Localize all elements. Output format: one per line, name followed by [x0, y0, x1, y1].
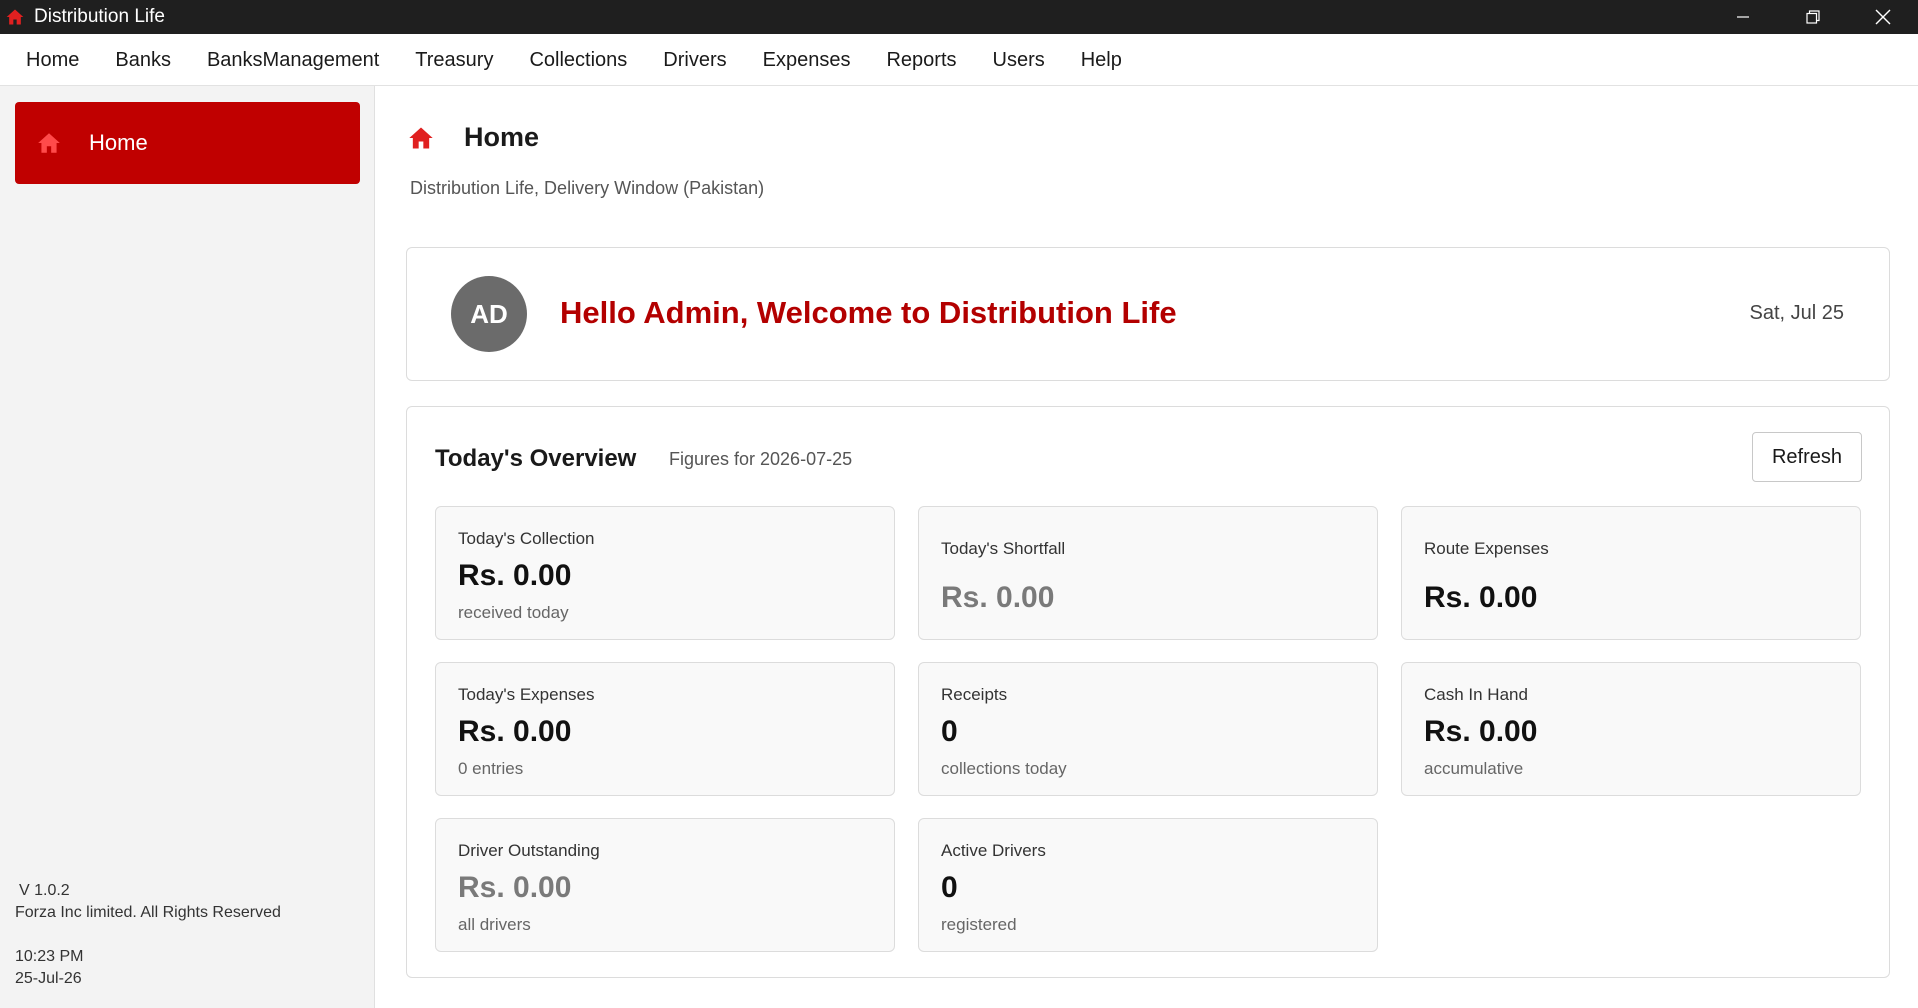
sidebar-item-home[interactable]: Home — [15, 102, 360, 184]
version-label: V 1.0.2 — [19, 882, 70, 899]
menu-item-banks-management[interactable]: BanksManagement — [189, 34, 397, 86]
menu-bar: Home Banks BanksManagement Treasury Coll… — [0, 34, 1918, 86]
tile-value: Rs. 0.00 — [458, 715, 572, 748]
clock-time: 10:23 PM — [15, 948, 84, 965]
window-controls — [1708, 0, 1918, 34]
tile-todays-expenses: Today's Expenses Rs. 0.00 0 entries — [435, 662, 895, 796]
tile-driver-outstanding: Driver Outstanding Rs. 0.00 all drivers — [435, 818, 895, 952]
menu-item-home[interactable]: Home — [8, 34, 97, 86]
avatar: AD — [451, 276, 527, 352]
overview-subtitle: Figures for 2026-07-25 — [669, 449, 853, 469]
tile-label: Cash In Hand — [1424, 685, 1528, 704]
menu-item-drivers[interactable]: Drivers — [645, 34, 744, 86]
home-icon — [4, 6, 26, 28]
tile-note: 0 entries — [458, 759, 524, 778]
tile-value: Rs. 0.00 — [1424, 581, 1538, 614]
overview-title: Today's Overview — [435, 445, 637, 472]
tile-note: collections today — [941, 759, 1067, 778]
tile-value: Rs. 0.00 — [1424, 715, 1538, 748]
tile-cash-in-hand: Cash In Hand Rs. 0.00 accumulative — [1401, 662, 1861, 796]
menu-item-reports[interactable]: Reports — [868, 34, 974, 86]
home-icon — [35, 129, 63, 157]
tile-active-drivers: Active Drivers 0 registered — [918, 818, 1378, 952]
tile-label: Active Drivers — [941, 841, 1046, 860]
menu-item-help[interactable]: Help — [1063, 34, 1140, 86]
tile-label: Today's Collection — [458, 529, 595, 548]
menu-item-expenses[interactable]: Expenses — [745, 34, 869, 86]
refresh-button[interactable]: Refresh — [1752, 432, 1862, 482]
page-subtitle: Distribution Life, Delivery Window (Paki… — [410, 178, 765, 198]
menu-item-banks[interactable]: Banks — [97, 34, 189, 86]
welcome-card: AD Hello Admin, Welcome to Distribution … — [406, 247, 1890, 381]
overview-card: Today's Overview Figures for 2026-07-25 … — [406, 406, 1890, 978]
close-icon[interactable] — [1848, 0, 1918, 34]
tile-todays-collection: Today's Collection Rs. 0.00 received tod… — [435, 506, 895, 640]
tile-value: 0 — [941, 715, 958, 748]
menu-item-users[interactable]: Users — [975, 34, 1063, 86]
tile-label: Receipts — [941, 685, 1008, 704]
tile-route-expenses: Route Expenses Rs. 0.00 — [1401, 506, 1861, 640]
tile-note: registered — [941, 915, 1017, 934]
tile-note: received today — [458, 603, 569, 622]
title-bar: Distribution Life — [0, 0, 1918, 34]
clock-date: 25-Jul-26 — [15, 970, 82, 987]
tile-label: Route Expenses — [1424, 539, 1549, 558]
tile-value: 0 — [941, 871, 958, 904]
window-title: Distribution Life — [34, 6, 165, 27]
tile-note: all drivers — [458, 915, 531, 934]
menu-item-treasury[interactable]: Treasury — [397, 34, 511, 86]
main-content: Home Distribution Life, Delivery Window … — [376, 86, 1918, 1008]
tile-label: Today's Expenses — [458, 685, 595, 704]
home-icon — [406, 123, 436, 153]
tile-value: Rs. 0.00 — [458, 871, 572, 904]
page-title: Home — [464, 122, 540, 152]
tile-label: Today's Shortfall — [941, 539, 1066, 558]
minimize-icon[interactable] — [1708, 0, 1778, 34]
menu-item-collections[interactable]: Collections — [511, 34, 645, 86]
tile-label: Driver Outstanding — [458, 841, 600, 860]
page-header: Home — [406, 122, 539, 153]
tile-value: Rs. 0.00 — [458, 559, 572, 592]
restore-icon[interactable] — [1778, 0, 1848, 34]
welcome-message: Hello Admin, Welcome to Distribution Lif… — [560, 295, 1177, 330]
tile-receipts: Receipts 0 collections today — [918, 662, 1378, 796]
sidebar: Home V 1.0.2 Forza Inc limited. All Righ… — [0, 86, 375, 1008]
copyright-text: Forza Inc limited. All Rights Reserved — [15, 904, 281, 921]
tile-note: accumulative — [1424, 759, 1524, 778]
tile-todays-shortfall: Today's Shortfall Rs. 0.00 — [918, 506, 1378, 640]
sidebar-item-label: Home — [89, 130, 148, 155]
welcome-date: Sat, Jul 25 — [1749, 302, 1844, 324]
sidebar-footer: V 1.0.2 Forza Inc limited. All Rights Re… — [15, 880, 281, 990]
tile-value: Rs. 0.00 — [941, 581, 1055, 614]
